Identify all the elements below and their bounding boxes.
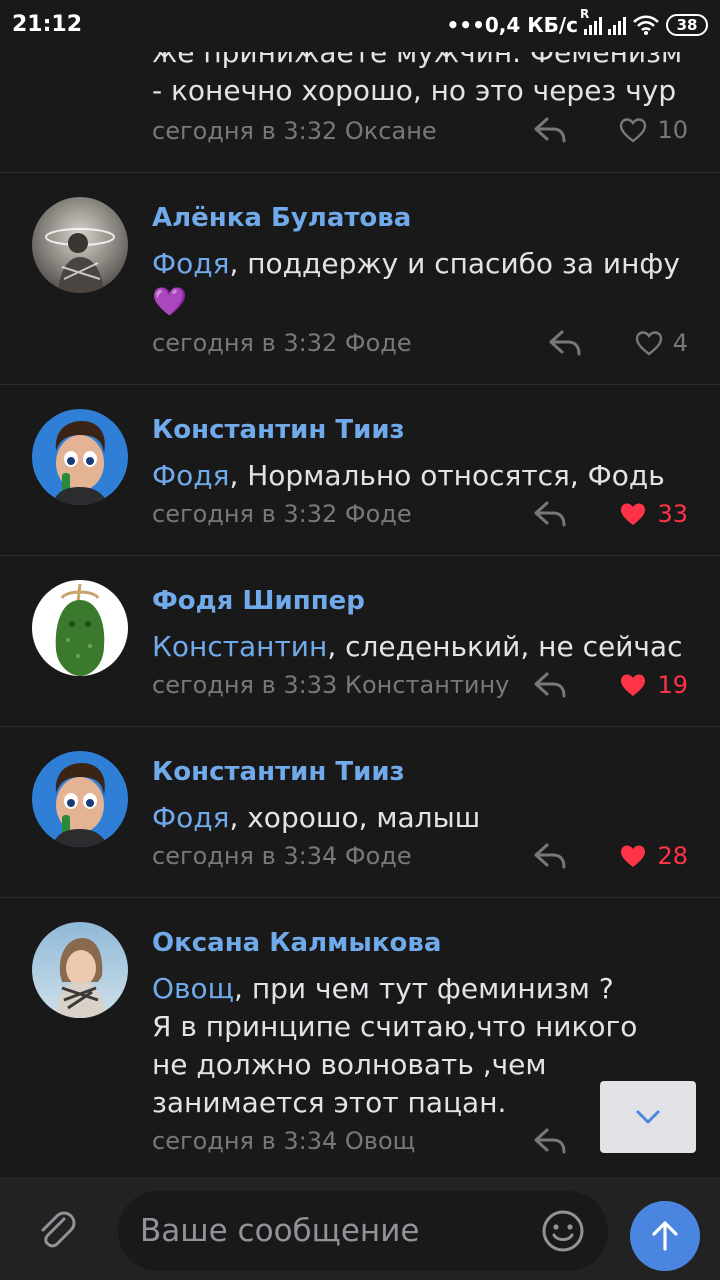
status-bar: 21:12 •••0,4 КБ/с R 38 — [0, 0, 720, 52]
avatar[interactable] — [32, 751, 128, 847]
like-button[interactable]: 10 — [619, 116, 688, 144]
network-speed: •••0,4 КБ/с — [446, 13, 579, 37]
status-time: 21:12 — [12, 12, 83, 37]
avatar[interactable] — [32, 197, 128, 293]
reply-icon[interactable] — [533, 1127, 567, 1155]
avatar-image — [45, 228, 115, 293]
comment-text: Фодя, хорошо, малыш — [152, 799, 690, 837]
like-count: 33 — [657, 500, 688, 528]
mention-link[interactable]: Овощ — [152, 972, 234, 1005]
signal-icon — [608, 15, 626, 35]
avatar-image — [52, 763, 108, 847]
mention-link[interactable]: Фодя — [152, 801, 229, 834]
like-count: 10 — [657, 116, 688, 144]
comment-text: Фодя, поддержу и спасибо за инфу 💜 — [152, 245, 690, 321]
message-input[interactable]: Ваше сообщение — [118, 1191, 608, 1271]
comment-meta: сегодня в 3:32 Фоде — [152, 500, 412, 528]
comment-body: , Нормально относятся, Фодь — [229, 459, 665, 492]
avatar-image — [56, 938, 106, 1018]
heart-icon — [635, 331, 662, 356]
like-count: 4 — [672, 329, 688, 357]
comment-meta: сегодня в 3:33 Константину — [152, 671, 510, 699]
heart-icon — [621, 503, 646, 525]
chevron-down-icon — [636, 1110, 660, 1124]
mention-link[interactable]: Константин — [152, 630, 327, 663]
comment-author[interactable]: Алёнка Булатова — [152, 203, 411, 233]
battery-level: 38 — [666, 14, 708, 36]
reply-icon[interactable] — [533, 500, 567, 528]
reply-icon[interactable] — [533, 671, 567, 699]
comment-item: Константин Тииз Фодя, хорошо, малыш сего… — [0, 726, 720, 897]
comment-author[interactable]: Константин Тииз — [152, 415, 405, 445]
avatar-image — [55, 583, 105, 676]
avatar[interactable] — [32, 922, 128, 1018]
comment-author[interactable]: Фодя Шиппер — [152, 586, 365, 616]
like-button[interactable]: 19 — [619, 671, 688, 699]
avatar-image — [52, 421, 108, 505]
reply-icon[interactable] — [533, 842, 567, 870]
smile-icon[interactable] — [540, 1208, 586, 1254]
like-button[interactable]: 4 — [635, 329, 688, 357]
comment-text: Константин, следенький, не сейчас — [152, 628, 690, 666]
avatar[interactable] — [32, 409, 128, 505]
comment-meta: сегодня в 3:34 Овощ — [152, 1127, 416, 1155]
paperclip-icon[interactable] — [34, 1207, 80, 1253]
mention-link[interactable]: Фодя — [152, 459, 229, 492]
like-count: 19 — [657, 671, 688, 699]
message-composer: Ваше сообщение — [0, 1178, 720, 1280]
heart-icon — [620, 118, 647, 143]
message-placeholder: Ваше сообщение — [140, 1213, 420, 1249]
comment-body: , хорошо, малыш — [229, 801, 481, 834]
comments-feed[interactable]: же принижаете мужчин. Феменизм - конечно… — [0, 0, 720, 1178]
comment-author[interactable]: Оксана Калмыкова — [152, 928, 441, 958]
mention-link[interactable]: Фодя — [152, 247, 229, 280]
comment-meta: сегодня в 3:32 Оксане — [152, 117, 437, 145]
like-button[interactable]: 33 — [619, 500, 688, 528]
status-icons: •••0,4 КБ/с R 38 — [446, 7, 708, 40]
send-button[interactable] — [630, 1201, 700, 1271]
battery-icon: 38 — [666, 14, 708, 36]
comment-item: Фодя Шиппер Константин, следенький, не с… — [0, 555, 720, 726]
comment-text-line: - конечно хорошо, но это через чур — [152, 74, 677, 107]
comment-body: занимается этот пацан. — [152, 1086, 507, 1119]
comment-body: не должно волновать ,чем — [152, 1048, 547, 1081]
avatar[interactable] — [32, 580, 128, 676]
heart-icon — [621, 674, 646, 696]
like-count: 28 — [657, 842, 688, 870]
comment-body: , при чем тут феминизм ? — [234, 972, 614, 1005]
comment-meta: сегодня в 3:32 Фоде — [152, 329, 412, 357]
comment-text: Фодя, Нормально относятся, Фодь — [152, 457, 690, 495]
comment-body: , следенький, не сейчас — [327, 630, 683, 663]
like-button[interactable]: 28 — [619, 842, 688, 870]
reply-icon[interactable] — [533, 116, 567, 144]
comment-item: Алёнка Булатова Фодя, поддержу и спасибо… — [0, 172, 720, 384]
comment-body: Я в принципе считаю,что никого — [152, 1010, 638, 1043]
arrow-up-icon — [652, 1221, 678, 1251]
roaming-indicator: R — [580, 7, 590, 21]
wifi-icon — [633, 15, 659, 35]
signal-icon: R — [580, 7, 602, 35]
comment-meta: сегодня в 3:34 Фоде — [152, 842, 412, 870]
reply-icon[interactable] — [548, 329, 582, 357]
comment-item: Константин Тииз Фодя, Нормально относятс… — [0, 384, 720, 555]
scroll-down-button[interactable] — [600, 1081, 696, 1153]
purple-heart-emoji: 💜 — [152, 285, 187, 318]
heart-icon — [621, 845, 646, 867]
comment-author[interactable]: Константин Тииз — [152, 757, 405, 787]
comment-body: , поддержу и спасибо за инфу — [229, 247, 680, 280]
